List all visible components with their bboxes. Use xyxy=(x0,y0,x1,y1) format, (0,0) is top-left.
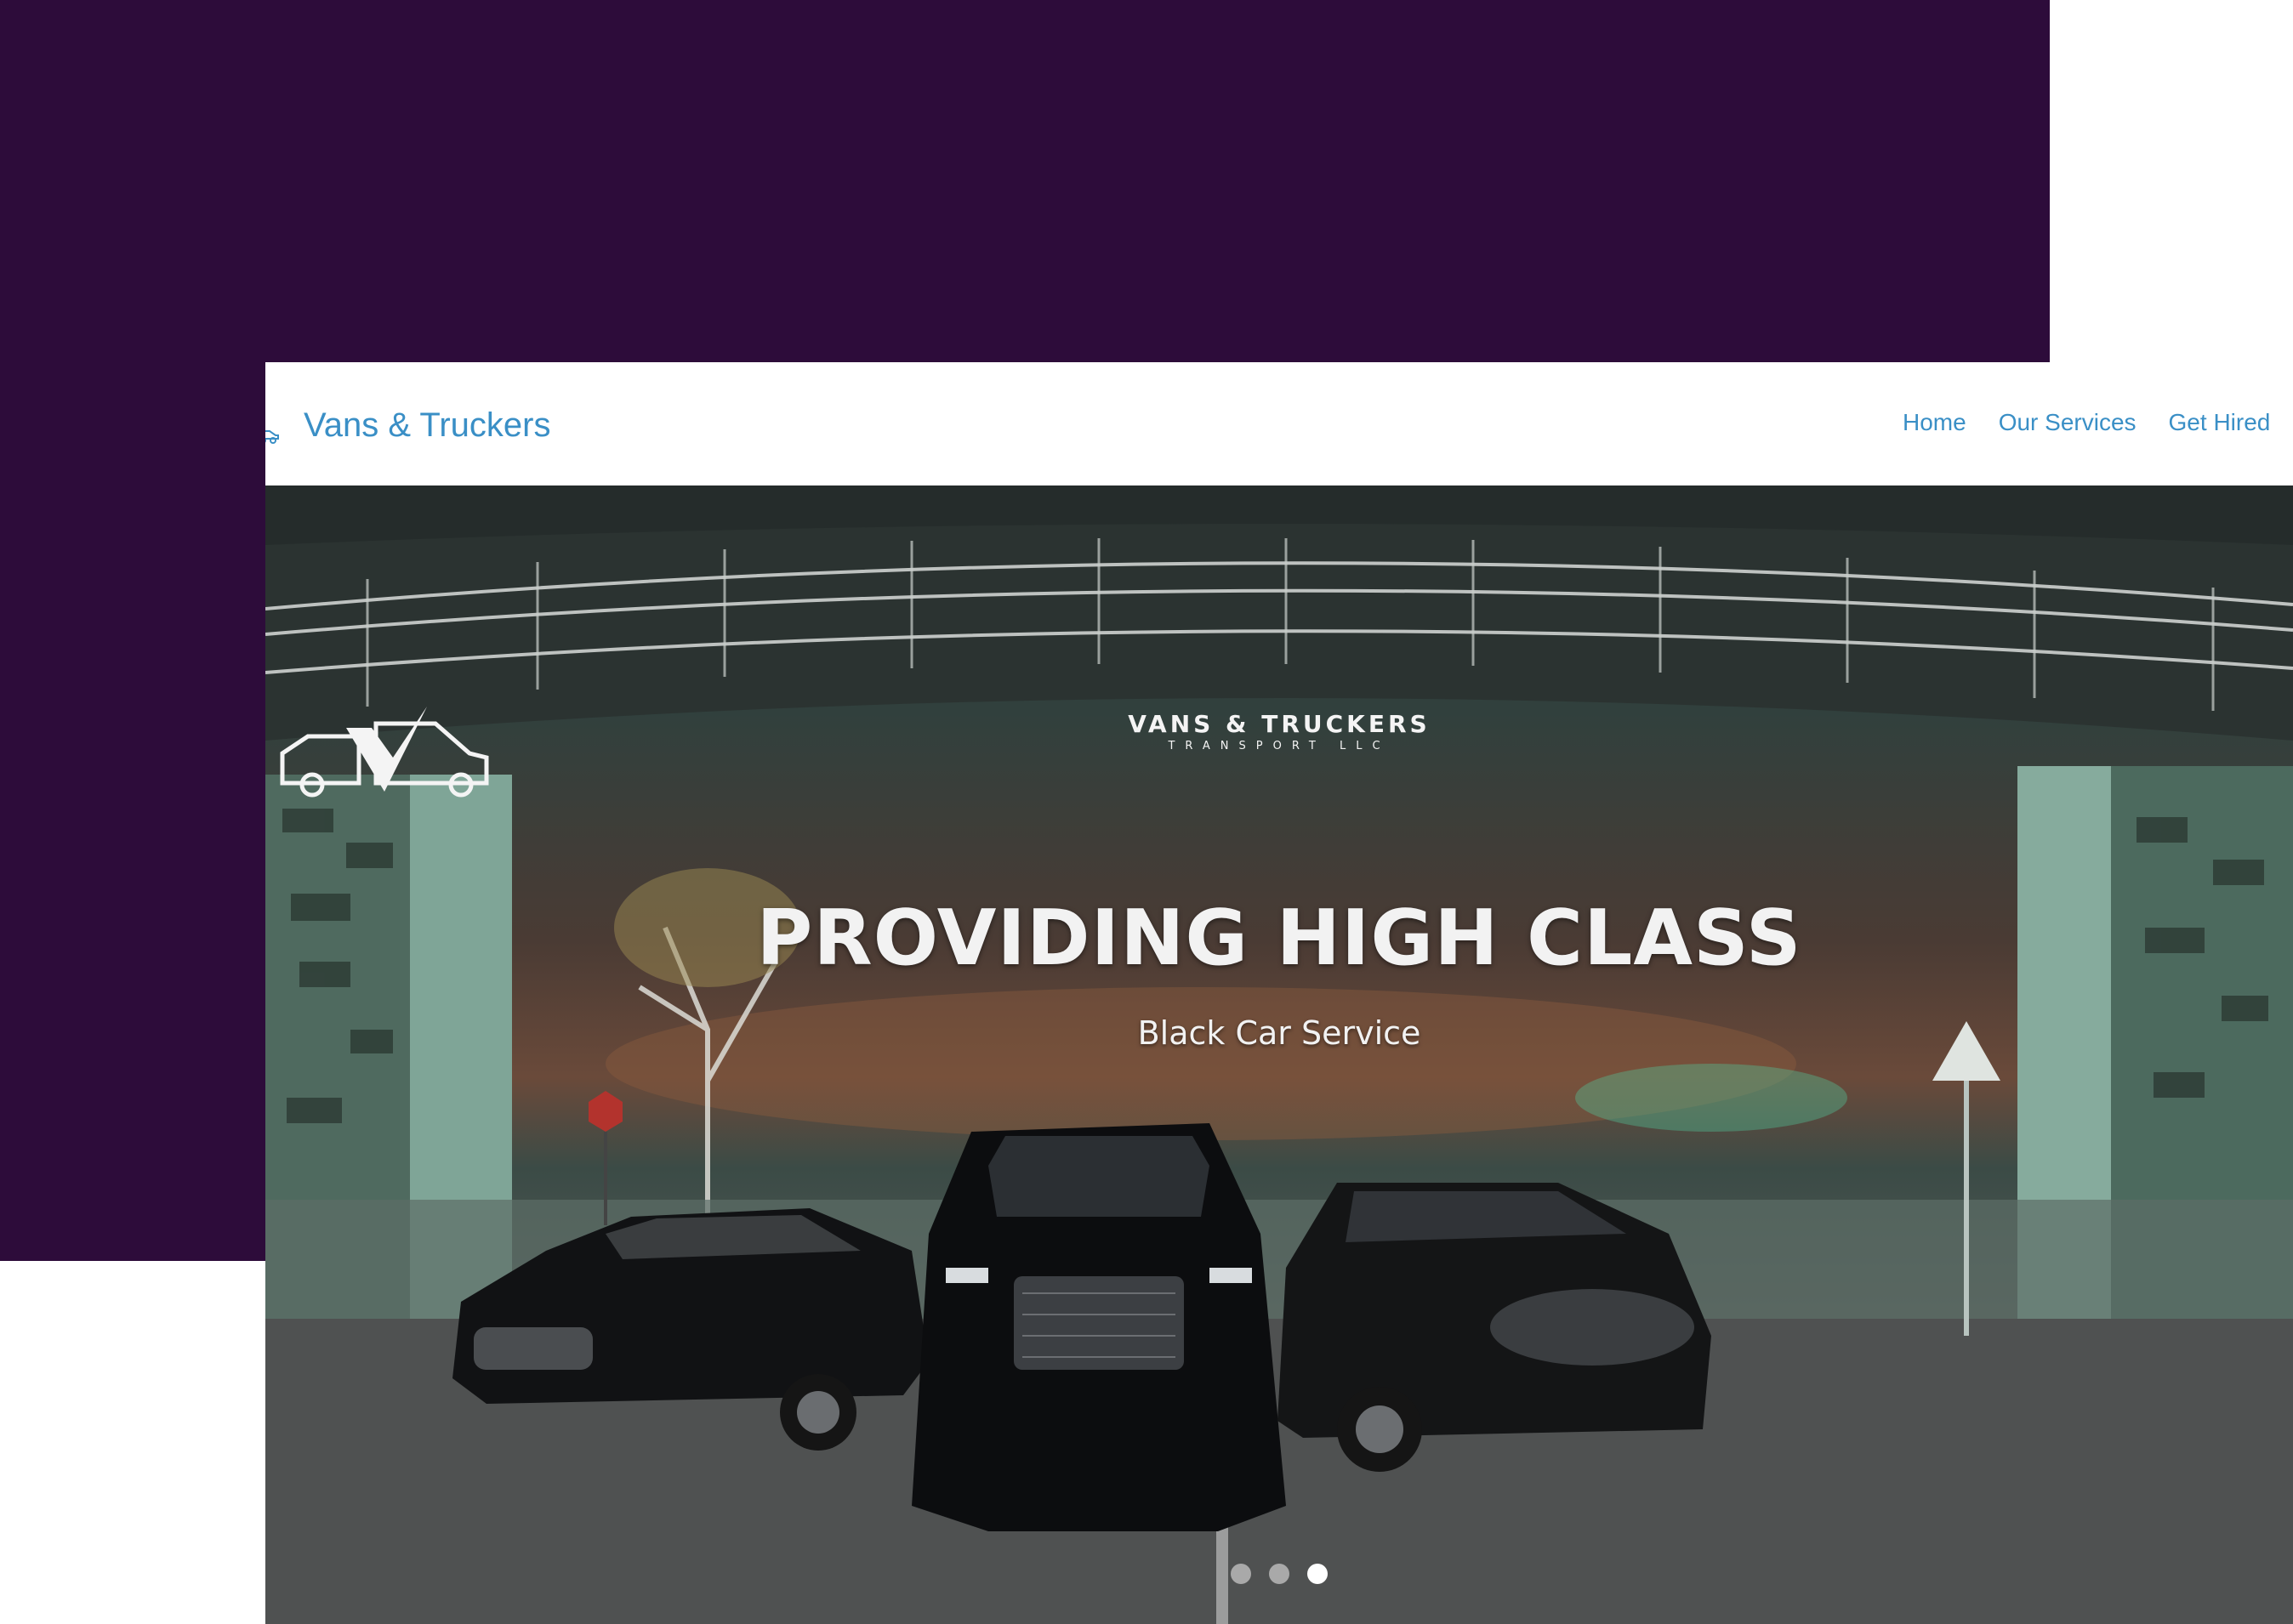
van-icon xyxy=(265,430,279,444)
hero-background-image xyxy=(265,485,2293,1624)
slider-pagination xyxy=(265,1564,2293,1584)
hero-slider: VANS & TRUCKERS TRANSPORT LLC PROVIDING … xyxy=(265,485,2293,1624)
company-logo: VANS & TRUCKERS TRANSPORT LLC xyxy=(265,707,2293,798)
brand-link[interactable]: Vans & Truckers xyxy=(304,406,550,445)
nav-link-our-services[interactable]: Our Services xyxy=(1999,409,2137,436)
slider-dot-1[interactable] xyxy=(1231,1564,1251,1584)
website-window: Vans & Truckers Home Our Services Get Hi… xyxy=(265,362,2293,1624)
hero-headline: PROVIDING HIGH CLASS xyxy=(756,894,1802,983)
nav-link-get-hired[interactable]: Get Hired xyxy=(2169,409,2271,436)
site-header: Vans & Truckers Home Our Services Get Hi… xyxy=(265,362,2293,485)
suv-center xyxy=(912,1123,1286,1531)
slider-dot-2[interactable] xyxy=(1269,1564,1289,1584)
hero-subheadline: Black Car Service xyxy=(1137,1014,1421,1052)
logo-wordmark: VANS & TRUCKERS xyxy=(1128,710,1431,738)
slider-dot-3[interactable] xyxy=(1307,1564,1328,1584)
suv-right xyxy=(1277,1183,1711,1472)
logo-tagline: TRANSPORT LLC xyxy=(1168,740,1391,752)
nav-link-home[interactable]: Home xyxy=(1903,409,1966,436)
van-logo-icon xyxy=(280,707,489,798)
main-navigation: Home Our Services Get Hired xyxy=(1903,409,2270,436)
